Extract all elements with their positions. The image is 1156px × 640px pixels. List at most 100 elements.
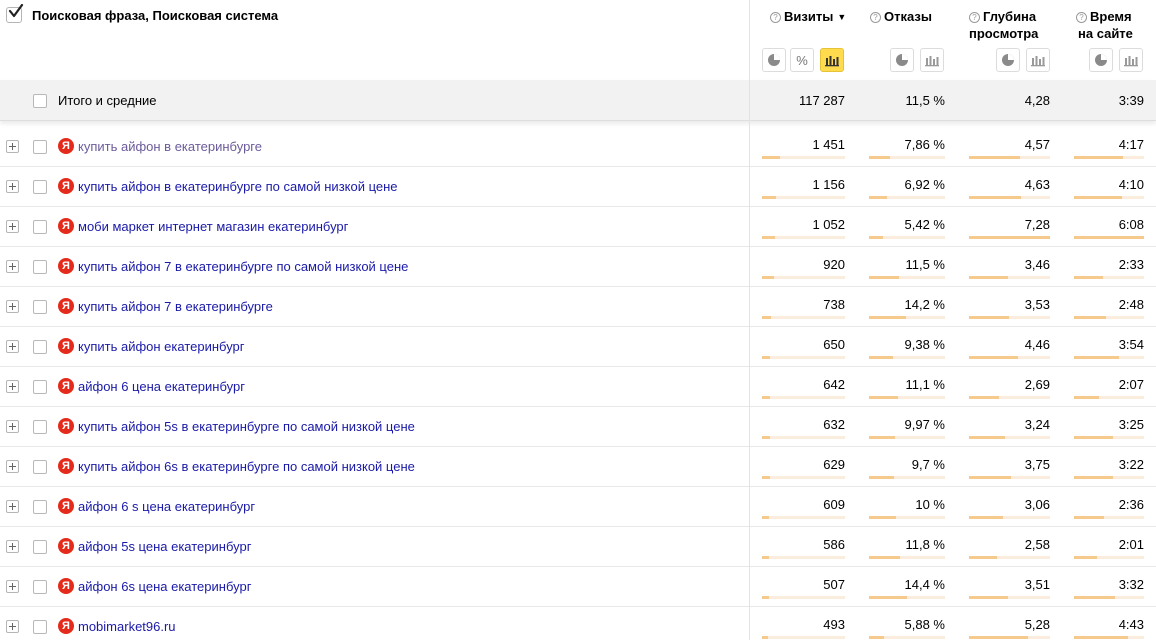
help-icon[interactable]: ? [969, 12, 980, 23]
search-phrase-link[interactable]: моби маркет интернет магазин екатеринбур… [78, 219, 348, 234]
expand-icon[interactable] [6, 540, 19, 553]
bar-track-bounce [869, 636, 945, 639]
bar-track-time [1074, 476, 1144, 479]
row-checkbox[interactable] [33, 260, 47, 274]
row-checkbox[interactable] [33, 500, 47, 514]
expand-icon[interactable] [6, 140, 19, 153]
sort-desc-icon[interactable]: ▼ [837, 12, 846, 22]
pie-chart-button[interactable] [996, 48, 1020, 72]
cell-bounce: 11,8 % [905, 537, 945, 552]
search-phrase-link[interactable]: купить айфон в екатеринбурге [78, 139, 262, 154]
cell-bounce: 7,86 % [904, 137, 945, 152]
search-phrase-link[interactable]: mobimarket96.ru [78, 619, 176, 634]
table-row[interactable]: Яайфон 5s цена екатеринбург 586 11,8 % 2,58… [0, 527, 1156, 567]
percent-button[interactable]: % [790, 48, 814, 72]
select-all-checkbox[interactable] [6, 4, 24, 23]
bar-fill-depth [969, 316, 1009, 319]
search-phrase-link[interactable]: айфон 6 цена екатеринбург [78, 379, 245, 394]
expand-icon[interactable] [6, 620, 19, 633]
expand-icon[interactable] [6, 180, 19, 193]
bar-fill-visits [762, 356, 770, 359]
table-row[interactable]: Яайфон 6s цена екатеринбург 507 14,4 % 3,51… [0, 567, 1156, 607]
bar-track-visits [762, 516, 845, 519]
table-row[interactable]: Якупить айфон 6s в екатеринбурге по само… [0, 447, 1156, 487]
bar-track-depth [969, 276, 1050, 279]
bar-track-depth [969, 596, 1050, 599]
row-checkbox[interactable] [33, 460, 47, 474]
bar-track-depth [969, 476, 1050, 479]
yandex-logo-icon: Я [58, 338, 74, 354]
row-checkbox[interactable] [33, 140, 47, 154]
table-row[interactable]: Якупить айфон в екатеринбурге по самой н… [0, 167, 1156, 207]
table-row[interactable]: Яайфон 6 s цена екатеринбург 609 10 % 3,06 2… [0, 487, 1156, 527]
search-phrase-link[interactable]: купить айфон 6s в екатеринбурге по самой… [78, 459, 415, 474]
cell-bounce: 5,88 % [904, 617, 945, 632]
table-row[interactable]: Якупить айфон 7 в екатеринбурге 738 14,2 %… [0, 287, 1156, 327]
help-icon[interactable]: ? [870, 12, 881, 23]
row-checkbox[interactable] [33, 180, 47, 194]
bar-fill-bounce [869, 316, 906, 319]
table-row[interactable]: Якупить айфон екатеринбург 650 9,38 % 4,46 3… [0, 327, 1156, 367]
search-phrase-link[interactable]: купить айфон в екатеринбурге по самой ни… [78, 179, 398, 194]
pie-chart-button[interactable] [890, 48, 914, 72]
search-phrase-link[interactable]: айфон 5s цена екатеринбург [78, 539, 251, 554]
bar-chart-button[interactable] [820, 48, 844, 72]
table-row[interactable]: Ямоби маркет интернет магазин екатеринбу… [0, 207, 1156, 247]
row-checkbox[interactable] [33, 380, 47, 394]
bar-chart-button[interactable] [920, 48, 944, 72]
row-checkbox[interactable] [33, 340, 47, 354]
expand-icon[interactable] [6, 220, 19, 233]
search-phrase-link[interactable]: купить айфон 7 в екатеринбурге по самой … [78, 259, 408, 274]
table-row[interactable]: Якупить айфон 7 в екатеринбурге по самой… [0, 247, 1156, 287]
help-icon[interactable]: ? [770, 12, 781, 23]
table-row[interactable]: Якупить айфон 5s в екатеринбурге по само… [0, 407, 1156, 447]
search-phrase-link[interactable]: купить айфон 7 в екатеринбурге [78, 299, 273, 314]
bar-chart-button[interactable] [1026, 48, 1050, 72]
help-icon[interactable]: ? [1076, 12, 1087, 23]
row-checkbox[interactable] [33, 300, 47, 314]
bar-fill-depth [969, 236, 1050, 239]
expand-icon[interactable] [6, 340, 19, 353]
search-phrase-link[interactable]: купить айфон 5s в екатеринбурге по самой… [78, 419, 415, 434]
expand-icon[interactable] [6, 460, 19, 473]
cell-time: 4:43 [1118, 617, 1144, 632]
cell-depth: 7,28 [1024, 217, 1050, 232]
bar-fill-visits [762, 316, 771, 319]
search-phrase-link[interactable]: айфон 6 s цена екатеринбург [78, 499, 255, 514]
cell-depth: 2,69 [1024, 377, 1050, 392]
column-header-bounce[interactable]: ? Отказы [870, 8, 932, 25]
expand-icon[interactable] [6, 260, 19, 273]
row-checkbox[interactable] [33, 220, 47, 234]
row-checkbox[interactable] [33, 580, 47, 594]
row-checkbox[interactable] [33, 540, 47, 554]
dimension-title[interactable]: Поисковая фраза, Поисковая система [32, 8, 278, 24]
cell-visits: 1 052 [812, 217, 845, 232]
bar-track-time [1074, 556, 1144, 559]
expand-icon[interactable] [6, 300, 19, 313]
expand-icon[interactable] [6, 420, 19, 433]
bar-track-visits [762, 436, 845, 439]
bar-fill-bounce [869, 356, 893, 359]
table-row[interactable]: Яmobimarket96.ru 493 5,88 % 5,28 4:43 [0, 607, 1156, 640]
search-phrase-link[interactable]: айфон 6s цена екатеринбург [78, 579, 251, 594]
column-header-time[interactable]: ? Время на сайте [1076, 8, 1133, 42]
summary-checkbox[interactable] [33, 94, 47, 108]
expand-icon[interactable] [6, 500, 19, 513]
pie-chart-button[interactable] [1089, 48, 1113, 72]
row-checkbox[interactable] [33, 620, 47, 634]
bar-chart-icon [825, 56, 839, 67]
table-row[interactable]: Яайфон 6 цена екатеринбург 642 11,1 % 2,69 2… [0, 367, 1156, 407]
cell-time: 2:48 [1118, 297, 1144, 312]
cell-bounce: 9,38 % [904, 337, 945, 352]
search-phrase-link[interactable]: купить айфон екатеринбург [78, 339, 245, 354]
expand-icon[interactable] [6, 380, 19, 393]
cell-visits: 493 [823, 617, 845, 632]
table-row[interactable]: Якупить айфон в екатеринбурге 1 451 7,86 %… [0, 127, 1156, 167]
table-header: Поисковая фраза, Поисковая система ? Визи… [0, 0, 1156, 80]
bar-chart-button[interactable] [1119, 48, 1143, 72]
column-header-visits[interactable]: ? Визиты ▼ [770, 8, 846, 26]
column-header-depth[interactable]: ? Глубина просмотра [969, 8, 1038, 42]
row-checkbox[interactable] [33, 420, 47, 434]
expand-icon[interactable] [6, 580, 19, 593]
pie-chart-button[interactable] [762, 48, 786, 72]
